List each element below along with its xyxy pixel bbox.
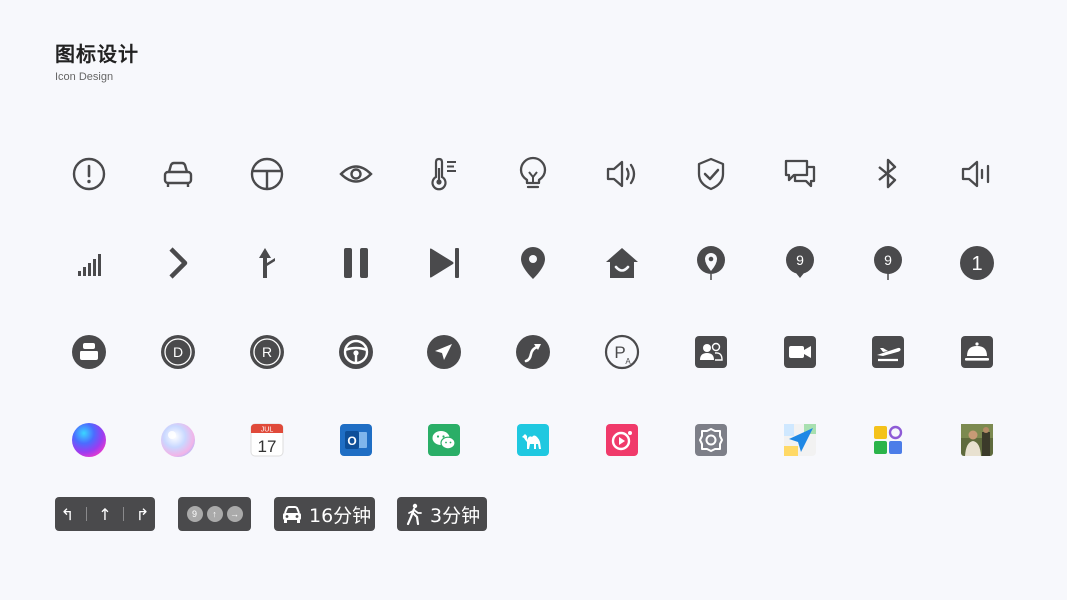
outlook-icon[interactable]: O — [336, 420, 376, 460]
thermometer-icon[interactable] — [424, 154, 464, 194]
pause-icon[interactable] — [336, 243, 376, 283]
steering-wheel-icon[interactable] — [247, 154, 287, 194]
map-pin-icon[interactable] — [513, 243, 553, 283]
lane-guidance-badge[interactable]: ↰ ↑ ↱ — [55, 497, 155, 531]
home-smile-icon[interactable] — [602, 243, 642, 283]
bubble-orb-icon[interactable] — [158, 420, 198, 460]
gear-d-label: D — [173, 344, 183, 360]
car-icon — [283, 506, 301, 523]
gear-r-label: R — [262, 344, 272, 360]
steering-wheel-filled-icon[interactable] — [336, 332, 376, 372]
parking-label: P — [614, 343, 625, 362]
alert-circle-icon[interactable] — [69, 154, 109, 194]
eye-icon[interactable] — [336, 154, 376, 194]
outlook-letter: O — [347, 434, 356, 448]
navigation-arrow-icon[interactable] — [424, 332, 464, 372]
car-front-icon[interactable] — [158, 154, 198, 194]
page-title: 图标设计 — [55, 42, 139, 66]
pin-number-9-stem-icon[interactable]: 9 — [868, 243, 908, 283]
calendar-day: 17 — [258, 437, 277, 456]
pin-9-label: 9 — [796, 252, 804, 268]
camel-icon[interactable] — [513, 420, 553, 460]
turn-right-arrow: ↱ — [135, 504, 150, 524]
room-service-icon[interactable] — [957, 332, 997, 372]
gradient-orb-icon[interactable] — [69, 420, 109, 460]
bluetooth-icon[interactable] — [868, 154, 908, 194]
lane-divider — [85, 507, 87, 521]
route-icon[interactable] — [513, 332, 553, 372]
walk-time-badge[interactable]: 3分钟 — [397, 497, 487, 531]
app-grid-icon[interactable] — [868, 420, 908, 460]
parking-sub-label: A — [625, 357, 631, 366]
circle-number-1-icon[interactable]: 1 — [957, 243, 997, 283]
skip-next-icon[interactable] — [424, 243, 464, 283]
calendar-month: JUL — [261, 427, 274, 434]
walk-time-label: 3分钟 — [430, 504, 481, 527]
drive-time-badge[interactable]: 16分钟 — [274, 497, 375, 531]
video-camera-icon[interactable] — [780, 332, 820, 372]
speaker-low-icon[interactable] — [957, 154, 997, 194]
pin-number-9-icon[interactable]: 9 — [780, 243, 820, 283]
signal-bars-icon — [69, 243, 109, 283]
wechat-icon[interactable] — [424, 420, 464, 460]
contacts-icon[interactable] — [691, 332, 731, 372]
flight-icon[interactable] — [868, 332, 908, 372]
parking-p-a-icon[interactable]: PA — [602, 332, 642, 372]
maps-app-icon[interactable] — [780, 420, 820, 460]
drive-time-label: 16分钟 — [309, 504, 372, 527]
speaker-volume-icon[interactable] — [602, 154, 642, 194]
dot-up: ↑ — [206, 506, 223, 522]
dot-9: 9 — [186, 506, 203, 522]
turn-left-arrow: ↰ — [60, 504, 75, 524]
photo-avatar-icon[interactable] — [957, 420, 997, 460]
page-subtitle: Icon Design — [55, 71, 114, 83]
car-seat-icon[interactable] — [69, 332, 109, 372]
settings-app-icon[interactable] — [691, 420, 731, 460]
pin-9-stem-label: 9 — [884, 252, 892, 268]
shield-check-icon[interactable] — [691, 154, 731, 194]
gear-d-icon[interactable]: D — [158, 332, 198, 372]
lane-divider — [123, 507, 125, 521]
circle-1-label: 1 — [971, 253, 982, 275]
route-dots-badge[interactable]: 9 ↑ → — [178, 497, 251, 531]
light-bulb-icon[interactable] — [513, 154, 553, 194]
chevron-right-icon[interactable] — [158, 243, 198, 283]
straight-arrow: ↑ — [98, 504, 112, 524]
music-app-icon[interactable] — [602, 420, 642, 460]
gear-r-icon[interactable]: R — [247, 332, 287, 372]
walking-person-icon — [406, 503, 422, 525]
calendar-icon[interactable]: JUL 17 — [247, 420, 287, 460]
chat-bubbles-icon[interactable] — [780, 154, 820, 194]
location-pin-icon[interactable] — [691, 243, 731, 283]
road-fork-arrow-icon[interactable] — [247, 243, 287, 283]
dot-right: → — [226, 506, 243, 522]
